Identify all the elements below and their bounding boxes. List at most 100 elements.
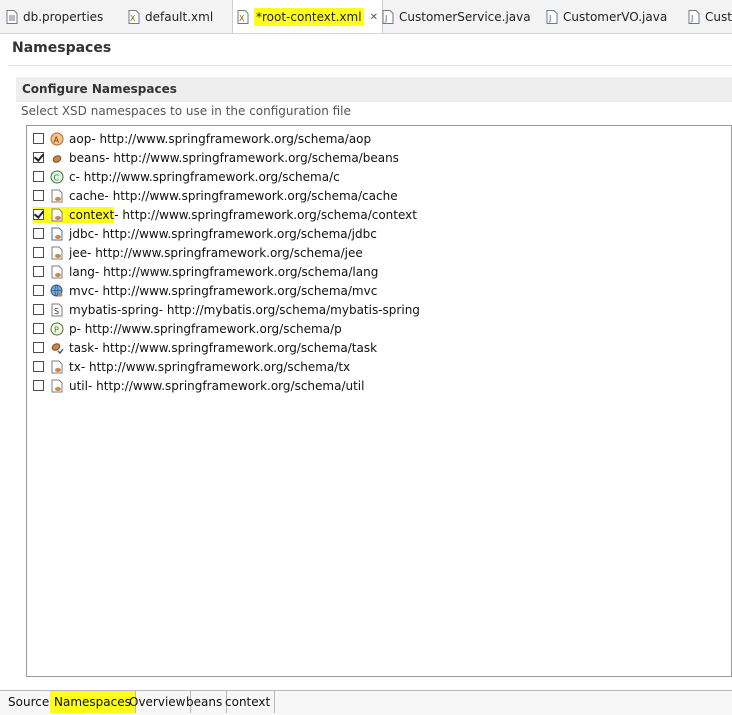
- cache-icon: [51, 189, 63, 202]
- jee-icon: [51, 246, 63, 259]
- checkbox[interactable]: [33, 209, 44, 220]
- java-file-icon: J: [688, 9, 700, 24]
- java-file-icon: J: [546, 9, 558, 24]
- section-description: Select XSD namespaces to use in the conf…: [21, 104, 351, 118]
- checkbox[interactable]: [33, 133, 44, 144]
- namespace-row-task[interactable]: task - http://www.springframework.org/sc…: [33, 338, 377, 357]
- checkbox[interactable]: [33, 304, 44, 315]
- svg-text:J: J: [548, 14, 551, 23]
- xml-file-icon: X: [128, 9, 140, 24]
- svg-text:J: J: [690, 14, 693, 23]
- editor-tab-bar: db.properties X default.xml X *root-cont…: [0, 0, 732, 34]
- namespace-row-context[interactable]: context - http://www.springframework.org…: [33, 205, 417, 224]
- namespace-prefix: aop: [69, 131, 92, 146]
- namespace-row-mvc[interactable]: mvc - http://www.springframework.org/sch…: [33, 281, 377, 300]
- checkbox[interactable]: [33, 323, 44, 334]
- jdbc-icon: [51, 227, 63, 240]
- mybatis-icon: S: [51, 303, 63, 316]
- namespace-prefix: context: [69, 207, 115, 222]
- namespace-prefix: util: [69, 378, 88, 393]
- tab-label: Custo: [705, 9, 732, 24]
- close-icon[interactable]: ✕: [370, 12, 378, 23]
- section-title: Configure Namespaces: [22, 82, 177, 96]
- tab-customer-vo-java[interactable]: J CustomerVO.java: [546, 0, 667, 33]
- tab-label: CustomerVO.java: [563, 9, 668, 24]
- svg-text:J: J: [384, 14, 387, 23]
- tab-db-properties[interactable]: db.properties: [6, 0, 103, 33]
- context-highlight: context: [33, 206, 115, 223]
- namespace-uri: - http://www.springframework.org/schema/…: [114, 207, 417, 222]
- namespace-prefix: jee: [69, 245, 88, 260]
- namespace-uri: - http://www.springframework.org/schema/…: [94, 283, 378, 298]
- title-divider: [8, 65, 732, 66]
- p-namespace-icon: P: [50, 322, 64, 335]
- checkbox[interactable]: [33, 342, 44, 353]
- namespace-prefix: cache: [69, 188, 105, 203]
- svg-text:A: A: [54, 135, 60, 144]
- checkbox[interactable]: [33, 152, 44, 163]
- tab-source[interactable]: Source: [4, 691, 55, 713]
- aop-icon: A: [50, 132, 64, 145]
- namespace-prefix: jdbc: [69, 226, 95, 241]
- namespace-row-beans[interactable]: beans - http://www.springframework.org/s…: [33, 148, 399, 167]
- namespace-row-c[interactable]: C c - http://www.springframework.org/sch…: [33, 167, 340, 186]
- svg-text:C: C: [54, 173, 60, 182]
- namespace-prefix: c: [69, 169, 76, 184]
- namespace-list[interactable]: A aop - http://www.springframework.org/s…: [26, 125, 732, 677]
- namespace-row-mybatis-spring[interactable]: S mybatis-spring - http://mybatis.org/sc…: [33, 300, 420, 319]
- namespace-uri: - http://www.springframework.org/schema/…: [94, 264, 379, 279]
- checkbox[interactable]: [33, 361, 44, 372]
- namespace-uri: - http://www.springframework.org/schema/…: [94, 340, 378, 355]
- namespace-row-lang[interactable]: lang - http://www.springframework.org/sc…: [33, 262, 378, 281]
- checkbox[interactable]: [33, 285, 44, 296]
- namespace-prefix: mybatis-spring: [69, 302, 159, 317]
- svg-text:S: S: [54, 307, 59, 316]
- namespace-uri: - http://www.springframework.org/schema/…: [80, 359, 351, 374]
- namespace-prefix: mvc: [69, 283, 95, 298]
- namespace-row-p[interactable]: P p - http://www.springframework.org/sch…: [33, 319, 342, 338]
- tab-root-context-xml[interactable]: X *root-context.xml ✕: [232, 0, 383, 33]
- section-header: Configure Namespaces: [16, 77, 732, 102]
- namespace-prefix: lang: [69, 264, 95, 279]
- task-icon: [51, 342, 64, 354]
- tab-label: *root-context.xml: [254, 8, 364, 26]
- namespace-row-util[interactable]: util - http://www.springframework.org/sc…: [33, 376, 364, 395]
- namespace-row-tx[interactable]: tx - http://www.springframework.org/sche…: [33, 357, 350, 376]
- tab-customer-java[interactable]: J Custo: [688, 0, 732, 33]
- tab-namespaces[interactable]: Namespaces: [50, 691, 136, 713]
- context-icon: [51, 208, 63, 221]
- tx-icon: [51, 360, 63, 373]
- namespace-uri: - http://www.springframework.org/schema/…: [105, 150, 399, 165]
- c-namespace-icon: C: [50, 170, 64, 183]
- xml-file-icon: X: [237, 10, 249, 24]
- namespace-row-cache[interactable]: cache - http://www.springframework.org/s…: [33, 186, 398, 205]
- namespace-uri: - http://www.springframework.org/schema/…: [76, 321, 342, 336]
- page-tab-bar: Source Namespaces Overview beans context: [0, 690, 732, 715]
- checkbox[interactable]: [33, 171, 44, 182]
- namespace-uri: - http://mybatis.org/schema/mybatis-spri…: [158, 302, 420, 317]
- properties-file-icon: [6, 9, 18, 24]
- checkbox[interactable]: [33, 190, 44, 201]
- namespace-row-jee[interactable]: jee - http://www.springframework.org/sch…: [33, 243, 363, 262]
- namespace-prefix: task: [69, 340, 95, 355]
- svg-text:X: X: [239, 14, 245, 23]
- java-file-icon: J: [382, 9, 394, 24]
- tab-default-xml[interactable]: X default.xml: [128, 0, 213, 33]
- checkbox[interactable]: [33, 228, 44, 239]
- namespace-uri: - http://www.springframework.org/schema/…: [91, 131, 372, 146]
- svg-text:X: X: [130, 14, 136, 23]
- tab-label: db.properties: [23, 9, 104, 24]
- checkbox[interactable]: [33, 266, 44, 277]
- namespace-prefix: tx: [69, 359, 81, 374]
- namespace-uri: - http://www.springframework.org/schema/…: [87, 245, 363, 260]
- mvc-icon: [50, 284, 63, 297]
- tab-overview[interactable]: Overview: [125, 691, 191, 713]
- tab-customer-service-java[interactable]: J CustomerService.java: [382, 0, 531, 33]
- checkbox[interactable]: [33, 247, 44, 258]
- namespace-row-aop[interactable]: A aop - http://www.springframework.org/s…: [33, 129, 371, 148]
- namespace-row-jdbc[interactable]: jdbc - http://www.springframework.org/sc…: [33, 224, 377, 243]
- beans-icon: [52, 154, 62, 163]
- tab-context[interactable]: context: [221, 691, 276, 713]
- namespace-uri: - http://www.springframework.org/schema/…: [104, 188, 398, 203]
- checkbox[interactable]: [33, 380, 44, 391]
